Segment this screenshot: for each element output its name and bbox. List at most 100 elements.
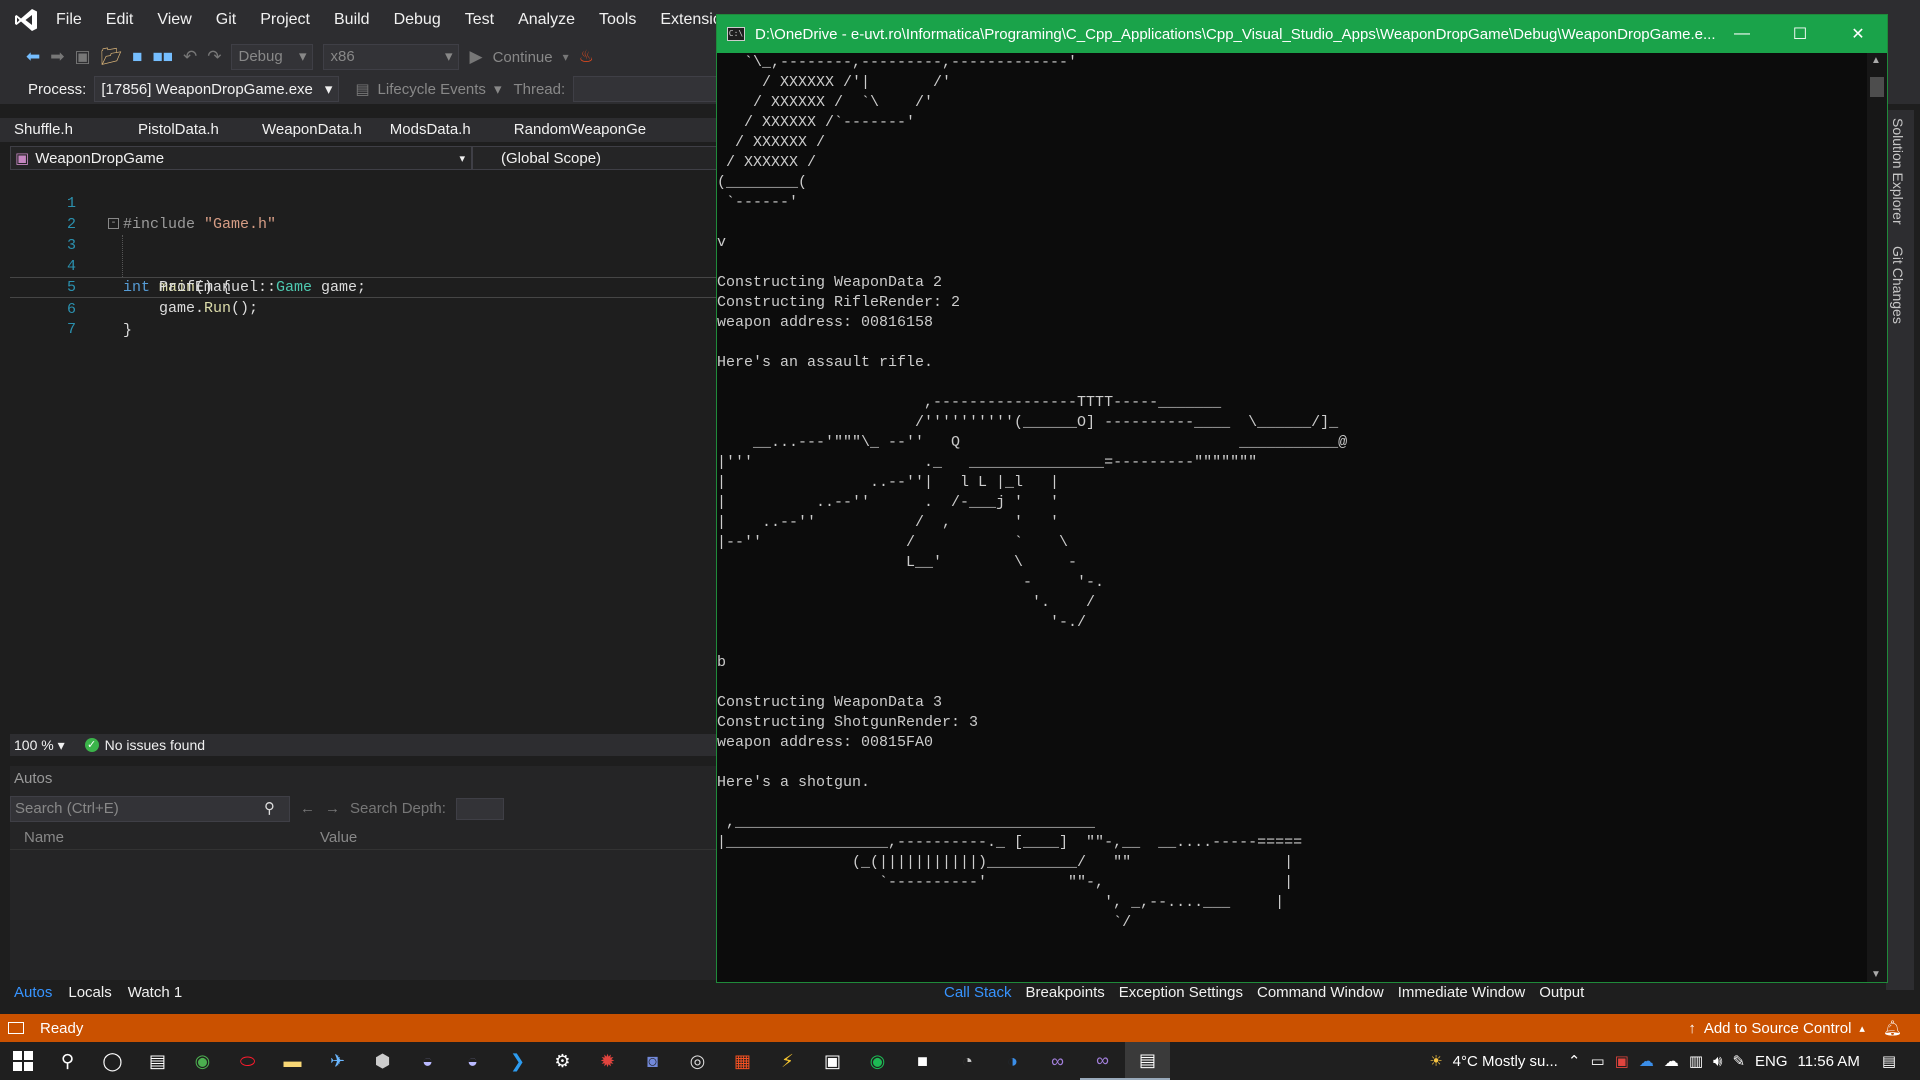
maximize-button[interactable]: ☐ — [1771, 15, 1829, 53]
tab-exception-settings[interactable]: Exception Settings — [1119, 980, 1243, 1006]
tab-breakpoints[interactable]: Breakpoints — [1026, 980, 1105, 1006]
search-icon[interactable]: ⚲ — [45, 1042, 90, 1080]
git-changes-tab[interactable]: Git Changes — [1890, 246, 1906, 324]
language-indicator[interactable]: ENG — [1755, 1053, 1788, 1070]
pen-icon[interactable]: ✎ — [1732, 1052, 1745, 1070]
console-output-area[interactable]: `\_,--------,---------,-------------' / … — [717, 53, 1867, 982]
tab-watch-1[interactable]: Watch 1 — [128, 980, 182, 1006]
menu-debug[interactable]: Debug — [382, 0, 453, 40]
redo-icon[interactable]: ↷ — [207, 47, 221, 67]
cortana-icon[interactable]: ◯ — [90, 1042, 135, 1080]
navigate-forward-icon[interactable]: ➡ — [50, 47, 64, 67]
zoom-dropdown[interactable]: 100 % ▾ — [14, 737, 65, 754]
console-app-icon[interactable]: ▤ — [1125, 1042, 1170, 1080]
menu-build[interactable]: Build — [322, 0, 382, 40]
menu-edit[interactable]: Edit — [94, 0, 146, 40]
save-icon[interactable]: ■ — [132, 47, 142, 67]
tab-locals[interactable]: Locals — [68, 980, 111, 1006]
app-icon[interactable]: ✹ — [585, 1042, 630, 1080]
menu-tools[interactable]: Tools — [587, 0, 648, 40]
open-file-icon[interactable]: 📂︎ — [101, 47, 123, 67]
new-project-icon[interactable]: ▣ — [75, 47, 91, 67]
undo-icon[interactable]: ↶ — [183, 47, 197, 67]
process-dropdown[interactable]: [17856] WeaponDropGame.exe ▾ — [94, 76, 340, 102]
hot-reload-icon[interactable]: ♨ — [579, 47, 594, 67]
solution-explorer-tab[interactable]: Solution Explorer — [1890, 118, 1906, 225]
collapse-icon[interactable]: - — [108, 218, 119, 229]
visual-studio-icon[interactable]: ∞ — [1035, 1042, 1080, 1080]
navigate-back-icon[interactable]: ⬅ — [26, 47, 40, 67]
weather-icon[interactable]: ☀ — [1429, 1052, 1442, 1070]
menu-file[interactable]: File — [44, 0, 94, 40]
search-icon[interactable]: ⚲ — [264, 799, 275, 817]
tab-output[interactable]: Output — [1539, 980, 1584, 1006]
network-icon[interactable]: ▥ — [1689, 1052, 1703, 1070]
notifications-bell-icon[interactable]: 🔔︎ — [1883, 1019, 1902, 1037]
thread-dropdown[interactable] — [573, 76, 734, 102]
scroll-up-icon[interactable]: ▲ — [1871, 55, 1881, 66]
search-depth-dropdown[interactable] — [455, 798, 504, 820]
vscode-icon[interactable]: ❯ — [495, 1042, 540, 1080]
tab-call-stack[interactable]: Call Stack — [944, 980, 1012, 1006]
scrollbar-thumb[interactable] — [1870, 77, 1884, 97]
autos-search-input[interactable]: Search (Ctrl+E) — [10, 796, 290, 822]
app-icon[interactable]: ◎ — [675, 1042, 720, 1080]
tab-shuffle-h[interactable]: Shuffle.h — [0, 118, 124, 142]
add-to-source-control-button[interactable]: ↑ Add to Source Control ▴ — [1688, 1020, 1865, 1037]
tab-command-window[interactable]: Command Window — [1257, 980, 1384, 1006]
scope-dropdown[interactable]: (Global Scope) — [472, 146, 720, 170]
clock[interactable]: 11:56 AM — [1798, 1053, 1860, 1070]
edge-icon[interactable]: ◑ — [990, 1042, 1035, 1080]
menu-project[interactable]: Project — [248, 0, 322, 40]
console-title-bar[interactable]: C:\ D:\OneDrive - e-uvt.ro\Informatica\P… — [717, 15, 1887, 53]
discord-icon[interactable]: ◙ — [630, 1042, 675, 1080]
code-editor[interactable]: 1 #include "Game.h" 2 3 - int main() { 4… — [10, 172, 720, 734]
app-icon[interactable]: ◔ — [945, 1042, 990, 1080]
microsoft-store-icon[interactable]: ▦ — [720, 1042, 765, 1080]
steam-icon[interactable]: ⚙ — [540, 1042, 585, 1080]
app-icon[interactable]: ◒ — [450, 1042, 495, 1080]
app-icon[interactable]: ▣ — [810, 1042, 855, 1080]
issues-indicator[interactable]: ✓ No issues found — [84, 737, 205, 753]
opera-icon[interactable]: ⬭ — [225, 1042, 270, 1080]
visual-studio-icon[interactable]: ∞ — [1080, 1042, 1125, 1080]
continue-button[interactable]: Continue — [493, 49, 553, 66]
lifecycle-events-icon[interactable]: ▤ — [355, 80, 369, 98]
minimize-button[interactable]: — — [1713, 15, 1771, 53]
action-center-icon[interactable]: ▤ — [1882, 1052, 1896, 1070]
menu-git[interactable]: Git — [204, 0, 248, 40]
windows-start-icon[interactable] — [0, 1042, 45, 1080]
task-view-icon[interactable]: ▤ — [135, 1042, 180, 1080]
project-dropdown[interactable]: ▣ WeaponDropGame ▾ — [10, 146, 472, 170]
save-all-icon[interactable]: ■■ — [152, 47, 173, 67]
tab-autos[interactable]: Autos — [14, 980, 52, 1006]
app-icon[interactable]: ◒ — [405, 1042, 450, 1080]
platform-dropdown[interactable]: x86 ▾ — [323, 44, 460, 70]
play-icon[interactable]: ▶ — [469, 47, 482, 67]
tab-weapondata-h[interactable]: WeaponData.h — [248, 118, 376, 142]
app-icon[interactable]: ⚡ — [765, 1042, 810, 1080]
output-window-icon[interactable] — [8, 1022, 24, 1034]
configuration-dropdown[interactable]: Debug ▾ — [231, 44, 314, 70]
tab-randomweaponge[interactable]: RandomWeaponGe — [500, 118, 660, 142]
onedrive-icon[interactable]: ☁ — [1664, 1052, 1679, 1070]
menu-test[interactable]: Test — [453, 0, 506, 40]
chevron-down-icon[interactable]: ▾ — [563, 50, 569, 64]
onedrive-icon[interactable]: ☁ — [1639, 1052, 1654, 1070]
chevron-up-icon[interactable]: ⌃ — [1568, 1052, 1581, 1070]
app-icon[interactable]: ⬢ — [360, 1042, 405, 1080]
weather-text[interactable]: 4°C Mostly su... — [1453, 1053, 1558, 1070]
chrome-icon[interactable]: ◉ — [180, 1042, 225, 1080]
battery-icon[interactable]: ▭ — [1590, 1052, 1604, 1070]
tab-immediate-window[interactable]: Immediate Window — [1398, 980, 1526, 1006]
column-header-name[interactable]: Name — [10, 826, 320, 849]
app-icon[interactable]: ■ — [900, 1042, 945, 1080]
tab-pistoldata-h[interactable]: PistolData.h — [124, 118, 248, 142]
spotify-icon[interactable]: ◉ — [855, 1042, 900, 1080]
console-scrollbar[interactable]: ▲ ▼ — [1867, 53, 1887, 982]
tab-modsdata-h[interactable]: ModsData.h — [376, 118, 500, 142]
menu-analyze[interactable]: Analyze — [506, 0, 587, 40]
close-button[interactable]: ✕ — [1829, 15, 1887, 53]
column-header-value[interactable]: Value — [320, 826, 357, 849]
file-explorer-icon[interactable]: ▬ — [270, 1042, 315, 1080]
